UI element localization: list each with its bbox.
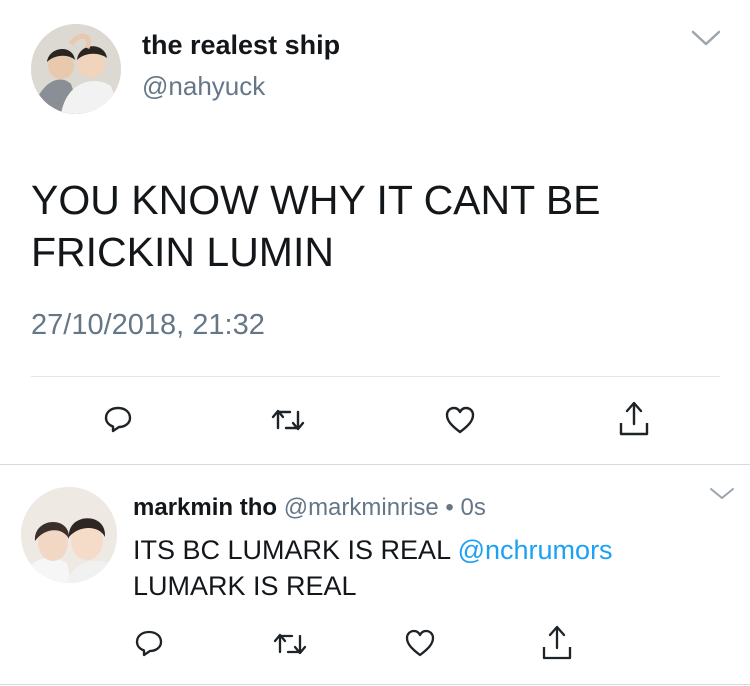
reply-reply-icon[interactable] bbox=[134, 628, 164, 658]
avatar-photo bbox=[31, 24, 121, 114]
reply-handle[interactable]: @markminrise bbox=[284, 494, 439, 521]
chevron-down-icon[interactable] bbox=[690, 28, 722, 48]
reply-text-line-2: LUMARK IS REAL bbox=[133, 571, 357, 601]
tweet-text: YOU KNOW WHY IT CANT BE FRICKIN LUMIN bbox=[31, 174, 601, 278]
reply-avatar[interactable] bbox=[21, 487, 117, 583]
reply-chevron-down-icon[interactable] bbox=[708, 486, 736, 502]
reply-share-icon[interactable] bbox=[540, 624, 574, 662]
reply-header: markmin tho @markminrise • 0s bbox=[133, 494, 486, 522]
avatar[interactable] bbox=[31, 24, 121, 114]
reply-text-line-1: ITS BC LUMARK IS REAL @nchrumors bbox=[133, 532, 613, 568]
bottom-divider bbox=[0, 684, 750, 685]
reply-like-icon[interactable] bbox=[404, 628, 436, 658]
share-icon[interactable] bbox=[617, 400, 651, 438]
timestamp: 27/10/2018, 21:32 bbox=[31, 309, 265, 341]
handle[interactable]: @nahyuck bbox=[142, 71, 265, 102]
reply-separator: • bbox=[445, 494, 454, 521]
reply-text-start: ITS BC LUMARK IS REAL bbox=[133, 535, 451, 565]
tweet-text-line-1: YOU KNOW WHY IT CANT BE bbox=[31, 177, 601, 223]
reply-avatar-photo bbox=[21, 487, 117, 583]
reply-time: 0s bbox=[460, 494, 486, 521]
retweet-icon[interactable] bbox=[270, 406, 306, 434]
display-name[interactable]: the realest ship bbox=[142, 30, 340, 61]
divider bbox=[31, 376, 720, 377]
reply-display-name[interactable]: markmin tho bbox=[133, 494, 277, 521]
reply-icon[interactable] bbox=[103, 404, 133, 434]
tweet-text-line-2: FRICKIN LUMIN bbox=[31, 229, 334, 275]
section-divider bbox=[0, 464, 750, 465]
reply-retweet-icon[interactable] bbox=[272, 630, 308, 658]
mention-link[interactable]: @nchrumors bbox=[458, 535, 613, 565]
like-icon[interactable] bbox=[444, 405, 476, 435]
reply-text: ITS BC LUMARK IS REAL @nchrumors LUMARK … bbox=[133, 532, 613, 604]
